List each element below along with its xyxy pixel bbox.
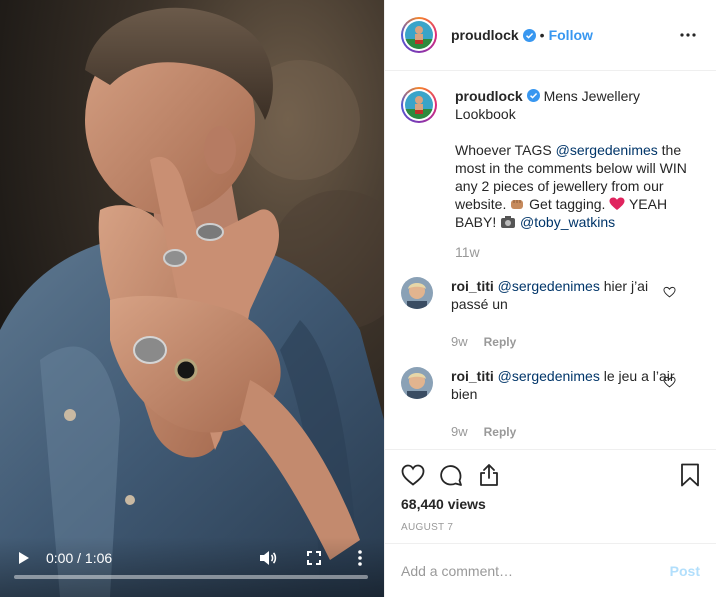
heart-emoji-icon	[609, 197, 625, 210]
caption-title: proudlock Mens Jewellery Lookbook	[455, 87, 700, 123]
avatar-image	[405, 91, 433, 119]
comment-button[interactable]	[437, 461, 465, 489]
header-user: proudlock • Follow	[451, 27, 593, 43]
video-progress-bar[interactable]	[14, 575, 368, 579]
view-count[interactable]: 68,440 views	[401, 496, 486, 512]
comment-meta: 9w Reply	[451, 423, 677, 441]
post-video-frame[interactable]	[0, 0, 384, 597]
like-comment-icon[interactable]	[663, 376, 676, 388]
commenter-avatar[interactable]	[401, 277, 433, 309]
share-button[interactable]	[475, 461, 503, 489]
comment-username[interactable]: roi_titi	[451, 368, 494, 384]
post-actions: 68,440 views AUGUST 7 Post	[385, 449, 716, 597]
verified-badge-icon	[526, 89, 540, 102]
play-icon	[19, 552, 29, 564]
verified-badge-icon	[522, 28, 536, 42]
caption-age[interactable]: 11w	[455, 243, 700, 261]
reply-button[interactable]: Reply	[484, 333, 517, 351]
save-button[interactable]	[676, 461, 704, 489]
comment-item: roi_titi @sergedenimes hier j’ai passé u…	[401, 277, 700, 351]
like-comment-icon[interactable]	[663, 286, 676, 298]
reply-button[interactable]: Reply	[484, 423, 517, 441]
post-details-pane: proudlock • Follow proudlock Mens Jewell…	[384, 0, 716, 597]
avatar-image	[405, 21, 433, 49]
comment-body: roi_titi @sergedenimes hier j’ai passé u…	[451, 277, 677, 351]
video-controls-row: 0:00 / 1:06	[14, 547, 370, 569]
camera-emoji-icon	[501, 216, 516, 228]
comment-meta: 9w Reply	[451, 333, 677, 351]
avatar-ring-inner	[403, 89, 435, 121]
more-horizontal-icon	[680, 33, 696, 37]
post-comment-button[interactable]: Post	[670, 563, 700, 579]
comment-username[interactable]: roi_titi	[451, 278, 494, 294]
video-options-button[interactable]	[350, 548, 370, 568]
comment-text: roi_titi @sergedenimes hier j’ai passé u…	[451, 277, 677, 313]
comment-text: roi_titi @sergedenimes le jeu a l’air bi…	[451, 367, 677, 403]
caption-avatar[interactable]	[401, 87, 437, 123]
comment-mention[interactable]: @sergedenimes	[498, 278, 600, 294]
heart-icon	[401, 464, 425, 486]
bookmark-icon	[681, 463, 699, 487]
volume-icon	[260, 551, 277, 565]
post-date[interactable]: AUGUST 7	[401, 522, 453, 533]
avatar-ring-inner	[403, 19, 435, 51]
caption-gap	[455, 123, 700, 141]
comment-input[interactable]	[401, 563, 670, 579]
caption-body: proudlock Mens Jewellery Lookbook Whoeve…	[455, 87, 700, 261]
caption-tagging: Get tagging.	[525, 196, 610, 212]
comment-age[interactable]: 9w	[451, 333, 468, 351]
header-separator: •	[539, 27, 545, 43]
fist-emoji-icon	[511, 200, 524, 209]
author-username[interactable]: proudlock	[451, 27, 519, 43]
action-icons	[399, 461, 704, 489]
mute-button[interactable]	[258, 548, 278, 568]
fullscreen-icon	[307, 551, 321, 565]
caption-mention[interactable]: @sergedenimes	[556, 142, 658, 158]
comment-item: roi_titi @sergedenimes le jeu a l’air bi…	[401, 367, 700, 441]
commenter-avatar[interactable]	[401, 367, 433, 399]
caption: proudlock Mens Jewellery Lookbook Whoeve…	[401, 87, 700, 261]
comments-list[interactable]: proudlock Mens Jewellery Lookbook Whoeve…	[385, 71, 716, 449]
post-header: proudlock • Follow	[385, 0, 716, 71]
more-vertical-icon	[358, 550, 362, 566]
author-avatar[interactable]	[401, 17, 437, 53]
post-options-button[interactable]	[676, 23, 700, 47]
follow-button[interactable]: Follow	[549, 27, 593, 43]
like-button[interactable]	[399, 461, 427, 489]
video-time: 0:00 / 1:06	[46, 550, 113, 566]
video-player[interactable]: 0:00 / 1:06	[0, 0, 384, 597]
comment-composer: Post	[385, 543, 716, 597]
caption-text: Whoever TAGS @sergedenimes the most in t…	[455, 141, 700, 231]
video-controls: 0:00 / 1:06	[0, 537, 384, 597]
comment-body: roi_titi @sergedenimes le jeu a l’air bi…	[451, 367, 677, 441]
caption-line1-pre: Whoever TAGS	[455, 142, 556, 158]
play-button[interactable]	[14, 548, 34, 568]
fullscreen-button[interactable]	[304, 548, 324, 568]
caption-username[interactable]: proudlock	[455, 88, 523, 104]
comment-age[interactable]: 9w	[451, 423, 468, 441]
instagram-post-modal: 0:00 / 1:06 proudlock • Follow proudlock…	[0, 0, 716, 597]
share-icon	[480, 464, 498, 486]
comment-mention[interactable]: @sergedenimes	[498, 368, 600, 384]
caption-mention-2[interactable]: @toby_watkins	[520, 214, 615, 230]
comment-icon	[440, 465, 462, 486]
